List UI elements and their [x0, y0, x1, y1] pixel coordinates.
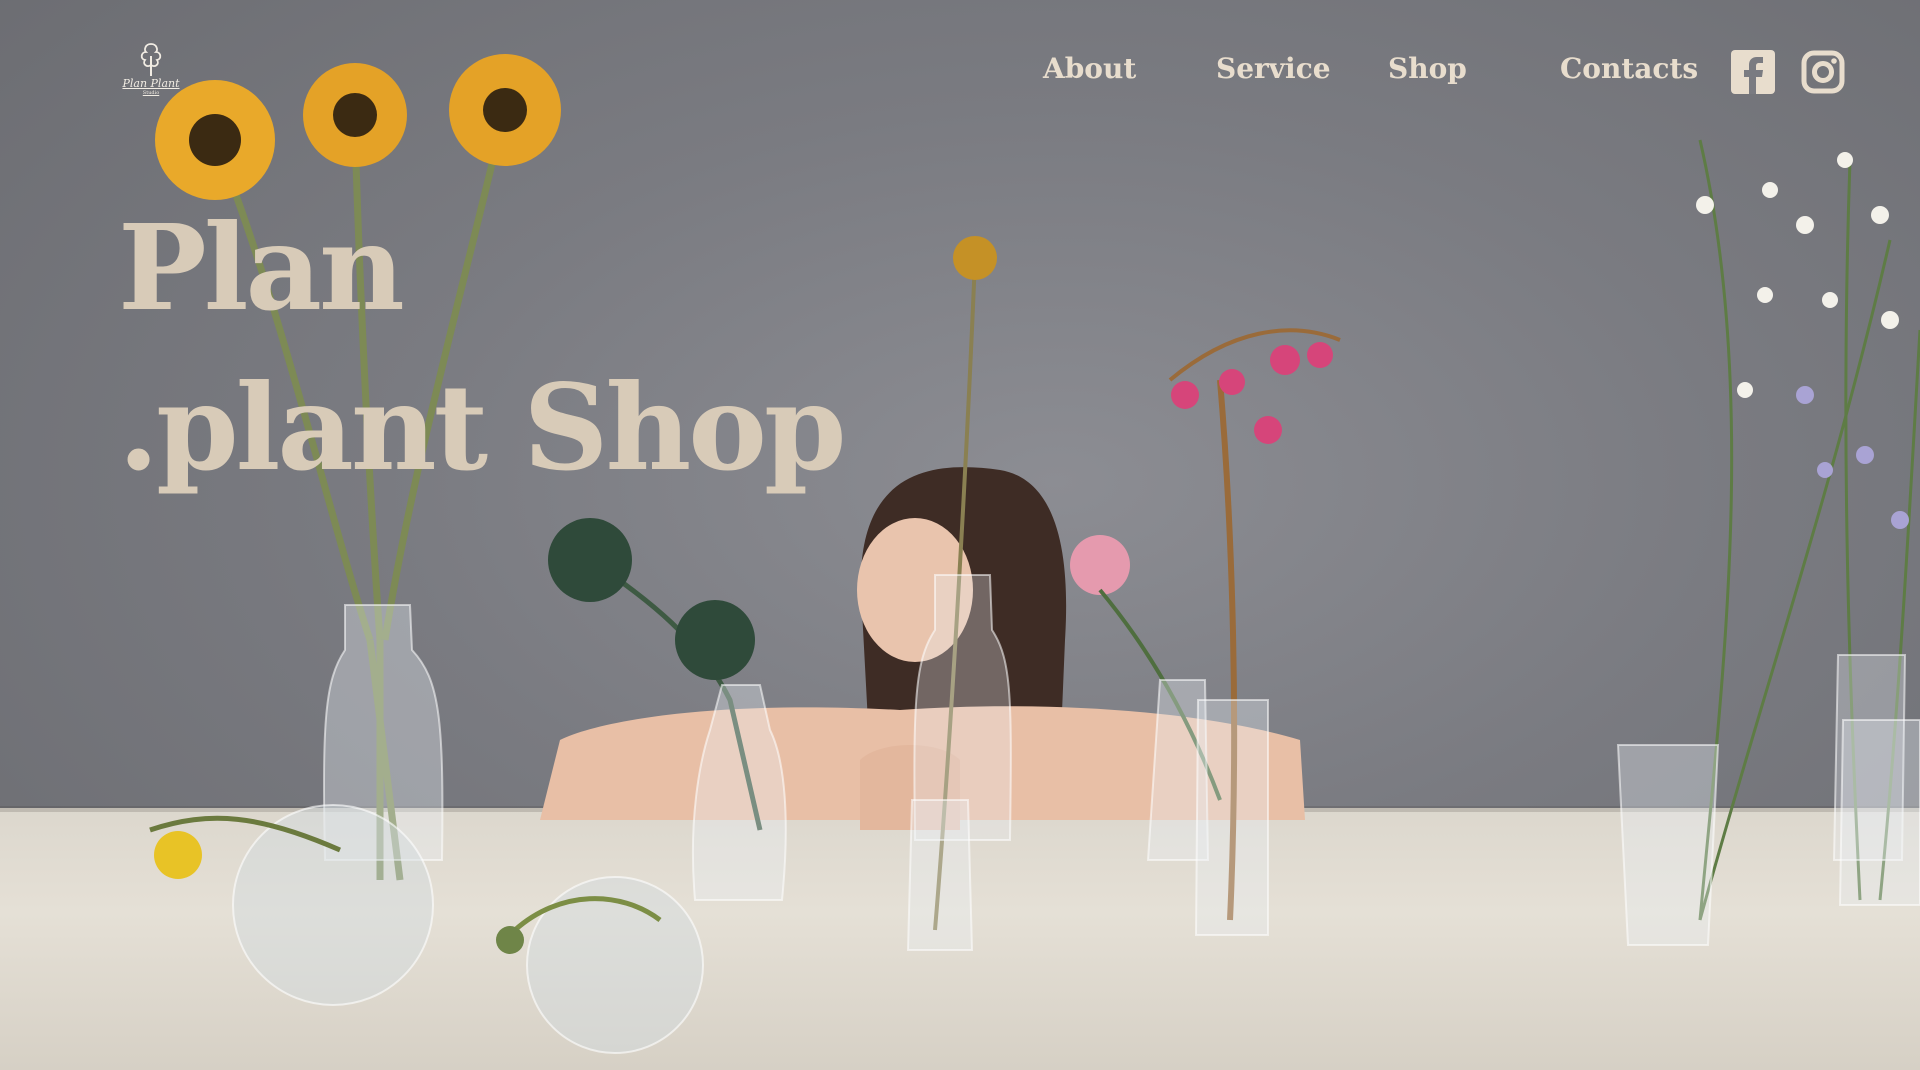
nav-shop[interactable]: Shop [1388, 52, 1467, 85]
nav-about[interactable]: About [1043, 52, 1136, 85]
instagram-icon [1801, 50, 1845, 94]
glass-tumbler [1838, 719, 1920, 906]
nav-service[interactable]: Service [1216, 52, 1331, 85]
instagram-link[interactable] [1801, 50, 1845, 94]
hero-line-2: .plant Shop [118, 358, 846, 497]
hero-background-photo [0, 0, 1920, 1070]
hero-heading: Plan .plant Shop [118, 188, 846, 508]
hero-line-1: Plan [118, 198, 405, 337]
tree-icon [140, 43, 162, 76]
bleeding-heart-stem [1070, 328, 1341, 936]
still-life-illustration [149, 54, 1920, 1054]
brand-logo[interactable]: Plan Plant Studio [120, 42, 182, 96]
brand-tagline: Studio [142, 90, 160, 96]
glass-tumbler [1616, 744, 1720, 946]
glass-bowl [526, 876, 704, 1054]
brand-name: Plan Plant [122, 77, 180, 90]
facebook-link[interactable] [1731, 50, 1775, 94]
thistle-branch [548, 518, 787, 901]
glass-bowl [232, 804, 434, 1006]
facebook-icon [1731, 50, 1775, 94]
nav-contacts[interactable]: Contacts [1560, 52, 1698, 85]
